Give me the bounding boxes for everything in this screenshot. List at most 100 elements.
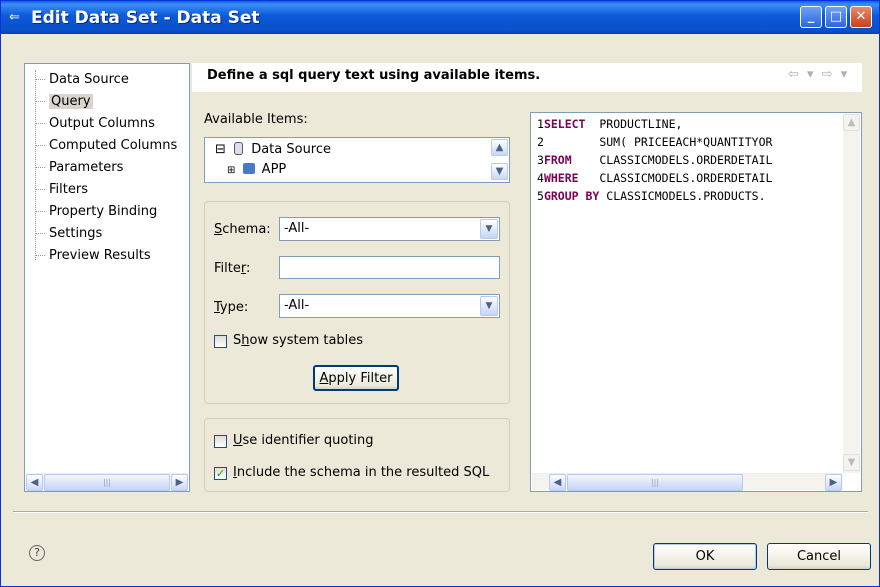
nav-item-property-binding[interactable]: Property Binding <box>35 202 157 222</box>
include-schema-checkbox[interactable]: ✓ <box>214 467 227 480</box>
sql-line[interactable]: 4WHERE CLASSICMODELS.ORDERDETAIL <box>537 171 772 185</box>
page-title: Define a sql query text using available … <box>207 68 541 83</box>
footer-separator <box>13 511 868 513</box>
window-title: Edit Data Set - Data Set <box>31 7 260 28</box>
back-arrow-icon[interactable]: ⇦ ▾ <box>788 67 816 82</box>
line-number: 4 <box>537 171 544 185</box>
nav-item-preview-results[interactable]: Preview Results <box>35 246 151 266</box>
label-text: ype: <box>219 300 249 315</box>
scrollbar-thumb[interactable]: ||| <box>44 474 170 491</box>
nav-item-label: Filters <box>49 182 88 197</box>
type-label: Type: <box>214 300 248 315</box>
schema-combo[interactable]: -All- ▼ <box>279 217 500 241</box>
chevron-down-icon[interactable]: ▼ <box>480 219 498 239</box>
nav-item-label: Data Source <box>49 72 129 87</box>
sql-keyword: FROM <box>543 153 572 167</box>
mnemonic: U <box>233 433 243 448</box>
scroll-down-icon[interactable]: ▼ <box>491 163 508 180</box>
sql-keyword: WHERE <box>543 171 579 185</box>
close-button[interactable]: ✕ <box>850 6 872 28</box>
schema-icon <box>242 163 255 174</box>
tree-vertical-scrollbar[interactable]: ▲ ▼ <box>491 139 508 181</box>
minimize-button[interactable]: _ <box>800 6 822 28</box>
edit-data-set-dialog: ⇐ Edit Data Set - Data Set _ □ ✕ Data So… <box>0 0 880 587</box>
button-label: pply Filter <box>328 371 393 386</box>
window-icon: ⇐ <box>9 9 20 25</box>
nav-item-label: Parameters <box>49 160 124 175</box>
line-number: 1 <box>537 117 544 131</box>
label-text: chema: <box>222 222 271 237</box>
available-items-tree[interactable]: ⊟ Data Source ⊞ APP ▲ ▼ <box>204 137 510 183</box>
collapse-icon[interactable]: ⊟ <box>215 142 226 157</box>
scroll-down-icon[interactable]: ▼ <box>843 454 860 471</box>
sql-editor[interactable]: 1SELECT PRODUCTLINE, 2 SUM( PRICEEACH*QU… <box>530 112 862 492</box>
nav-item-query[interactable]: Query <box>35 92 93 112</box>
sql-line[interactable]: 1SELECT PRODUCTLINE, <box>537 117 682 131</box>
tree-node-data-source[interactable]: ⊟ Data Source <box>215 142 331 157</box>
nav-item-output-columns[interactable]: Output Columns <box>35 114 155 134</box>
label-text: : <box>245 261 251 276</box>
sql-text: CLASSICMODELS.ORDERDETAIL <box>599 153 773 167</box>
label-text: se identifier quoting <box>242 433 374 448</box>
sql-text: CLASSICMODELS.ORDERDETAIL <box>599 171 773 185</box>
sql-keyword: GROUP BY <box>543 189 600 203</box>
tree-node-app[interactable]: ⊞ APP <box>227 162 286 177</box>
ok-button[interactable]: OK <box>653 543 757 570</box>
apply-filter-button[interactable]: Apply Filter <box>313 365 399 391</box>
forward-arrow-icon[interactable]: ⇨ ▾ <box>822 67 850 82</box>
sql-spacing <box>585 117 599 131</box>
scroll-up-icon[interactable]: ▲ <box>843 114 860 131</box>
database-icon <box>234 142 244 155</box>
label-text: ow system tables <box>249 333 364 348</box>
mnemonic: h <box>241 333 250 348</box>
sql-text: SUM( PRICEEACH*QUANTITYOR <box>599 135 773 149</box>
sql-text: CLASSICMODELS.PRODUCTS. <box>606 189 766 203</box>
page-nav-arrows: ⇦ ▾ ⇨ ▾ <box>788 67 849 82</box>
nav-item-computed-columns[interactable]: Computed Columns <box>35 136 177 156</box>
editor-vertical-scrollbar[interactable]: ▲ ▼ <box>843 114 860 473</box>
nav-item-filters[interactable]: Filters <box>35 180 88 200</box>
use-identifier-quoting-checkbox[interactable] <box>214 435 227 448</box>
title-bar[interactable]: ⇐ Edit Data Set - Data Set _ □ ✕ <box>1 1 879 34</box>
include-schema-label[interactable]: Include the schema in the resulted SQL <box>233 465 489 480</box>
show-system-tables-checkbox[interactable] <box>214 335 227 348</box>
page-navigation-tree: Data Source Query Output Columns Compute… <box>24 63 190 492</box>
scrollbar-thumb[interactable]: ||| <box>567 474 743 491</box>
nav-horizontal-scrollbar[interactable]: ◀ ||| ▶ <box>26 473 188 491</box>
line-number: 3 <box>537 153 544 167</box>
nav-item-parameters[interactable]: Parameters <box>35 158 123 178</box>
tree-node-label: APP <box>261 162 287 177</box>
help-icon[interactable]: ? <box>29 545 45 561</box>
maximize-button[interactable]: □ <box>825 6 847 28</box>
cancel-button[interactable]: Cancel <box>767 543 871 570</box>
scroll-left-icon[interactable]: ◀ <box>549 474 566 491</box>
sql-keyword: SELECT <box>543 117 586 131</box>
filter-label: Filter: <box>214 261 250 276</box>
use-identifier-quoting-label[interactable]: Use identifier quoting <box>233 433 374 448</box>
show-system-tables-label[interactable]: Show system tables <box>233 333 363 348</box>
type-combo[interactable]: -All- ▼ <box>279 294 500 318</box>
scroll-right-icon[interactable]: ▶ <box>825 474 842 491</box>
sql-line[interactable]: 5GROUP BY CLASSICMODELS.PRODUCTS. <box>537 189 766 203</box>
nav-item-label: Settings <box>49 226 103 241</box>
expand-icon[interactable]: ⊞ <box>227 165 235 176</box>
scroll-right-icon[interactable]: ▶ <box>171 474 188 491</box>
filter-input[interactable] <box>279 256 500 279</box>
sql-line[interactable]: 3FROM CLASSICMODELS.ORDERDETAIL <box>537 153 772 167</box>
sql-text: PRODUCTLINE, <box>599 117 683 131</box>
scroll-left-icon[interactable]: ◀ <box>26 474 43 491</box>
label-text: nclude the schema in the resulted SQL <box>236 465 490 480</box>
line-number: 5 <box>537 189 544 203</box>
nav-item-settings[interactable]: Settings <box>35 224 102 244</box>
schema-label: Schema: <box>214 222 271 237</box>
line-number: 2 <box>537 135 544 149</box>
editor-horizontal-scrollbar[interactable]: ◀ ||| ▶ <box>532 473 843 491</box>
chevron-down-icon[interactable]: ▼ <box>480 296 498 316</box>
nav-item-data-source[interactable]: Data Source <box>35 70 129 90</box>
scroll-up-icon[interactable]: ▲ <box>491 139 508 156</box>
label-text: Filte <box>214 261 241 276</box>
sql-line[interactable]: 2 SUM( PRICEEACH*QUANTITYOR <box>537 135 772 149</box>
schema-value: -All- <box>284 221 310 236</box>
sql-options-group <box>204 418 510 492</box>
sql-spacing <box>579 171 600 185</box>
